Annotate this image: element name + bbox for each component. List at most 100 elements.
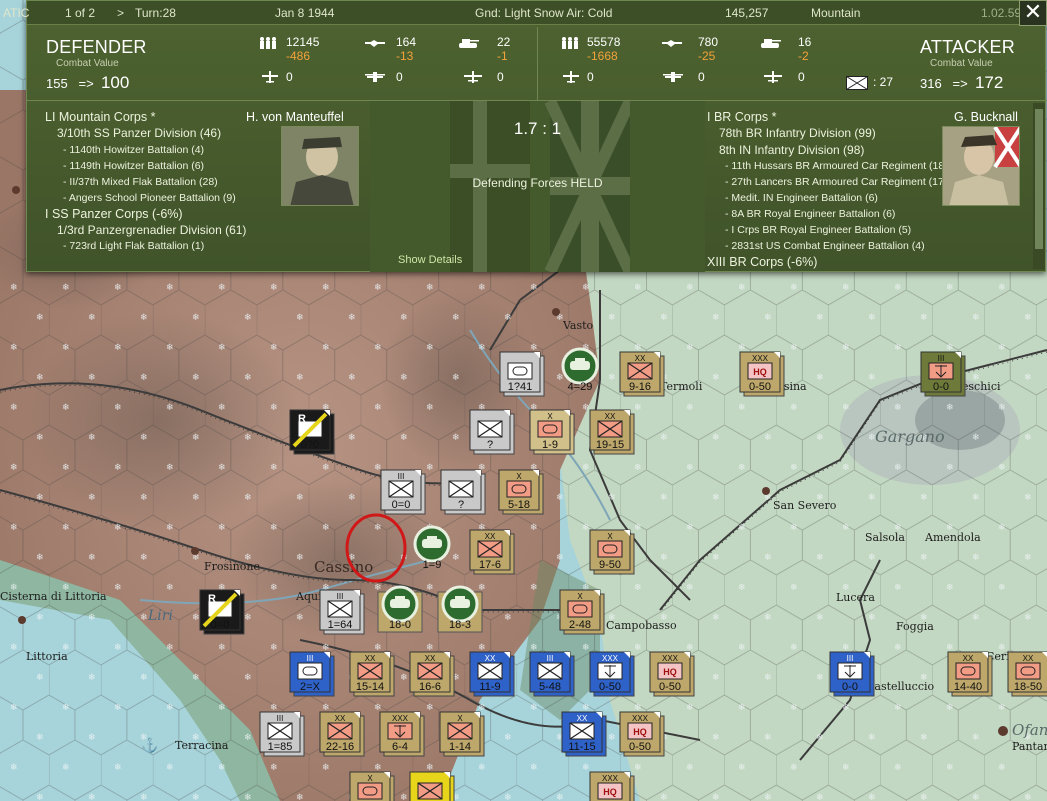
oob-item[interactable]: XIII BR Corps (-6%): [707, 254, 948, 270]
unit-hq-tag: HQ: [663, 667, 677, 677]
oob-item[interactable]: - 27th Lancers BR Armoured Car Regiment …: [707, 174, 948, 190]
oob-item[interactable]: 1/3rd Panzergrenadier Division (61): [45, 222, 246, 238]
unit-counter[interactable]: R 0=0: [199, 589, 245, 635]
defender-air-transports: 0: [497, 70, 504, 84]
unit-counter[interactable]: 1?41: [499, 351, 545, 397]
svg-text:❄: ❄: [556, 372, 564, 382]
oob-item[interactable]: I BR Corps *: [707, 109, 948, 125]
unit-counter[interactable]: XX 11-15: [561, 711, 607, 757]
show-details-link[interactable]: Show Details: [398, 254, 462, 266]
tab-clipped-label[interactable]: ATIC: [3, 6, 29, 20]
unit-counter[interactable]: X 9-50: [589, 529, 635, 575]
unit-strength-label: ?: [458, 499, 464, 511]
close-button[interactable]: ✕: [1019, 0, 1047, 26]
unit-counter[interactable]: XX 14-40: [947, 651, 993, 697]
oob-item[interactable]: - 11th Hussars BR Armoured Car Regiment …: [707, 158, 948, 174]
svg-text:❄: ❄: [244, 312, 252, 322]
unit-counter[interactable]: XXX 0-50: [589, 651, 635, 697]
unit-counter[interactable]: [409, 771, 455, 801]
unit-counter[interactable]: X 5-18: [498, 469, 544, 515]
svg-text:❄: ❄: [62, 462, 70, 472]
oob-item[interactable]: - 1140th Howitzer Battalion (4): [45, 142, 246, 158]
unit-counter[interactable]: XX 18-50: [1007, 651, 1047, 697]
unit-counter[interactable]: III 5-48: [529, 651, 575, 697]
unit-counter[interactable]: XX 19-15: [589, 409, 635, 455]
oob-item[interactable]: 78th BR Infantry Division (99): [707, 125, 948, 141]
unit-counter[interactable]: HQ XXX 0-50: [739, 351, 785, 397]
unit-counter[interactable]: X 2-48: [559, 589, 605, 635]
unit-counter[interactable]: XX 17-6: [469, 529, 515, 575]
unit-counter[interactable]: III 2=X: [289, 651, 335, 697]
oob-item[interactable]: I SS Panzer Corps (-6%): [45, 206, 246, 222]
unit-counter[interactable]: XX 15-14: [349, 651, 395, 697]
svg-text:❄: ❄: [88, 732, 96, 742]
svg-text:❄: ❄: [764, 432, 772, 442]
unit-counter[interactable]: III 0-0: [920, 351, 966, 397]
svg-text:❄: ❄: [192, 312, 200, 322]
svg-text:❄: ❄: [894, 762, 902, 772]
defender-cv-arrow: =>: [78, 76, 94, 91]
unit-counter[interactable]: III 1=64: [319, 589, 365, 635]
svg-text:❄: ❄: [140, 612, 148, 622]
oob-item[interactable]: 8th IN Infantry Division (98): [707, 142, 948, 158]
oob-item[interactable]: - 1149th Howitzer Battalion (6): [45, 158, 246, 174]
attacker-bomber-icon: [663, 72, 683, 82]
unit-counter[interactable]: 18-3: [437, 585, 483, 633]
svg-text:❄: ❄: [322, 522, 330, 532]
oob-item[interactable]: - 723rd Light Flak Battalion (1): [45, 238, 246, 254]
unit-counter[interactable]: HQ XXX 0-50: [649, 651, 695, 697]
unit-counter[interactable]: 18-0: [377, 585, 423, 633]
svg-text:❄: ❄: [816, 672, 824, 682]
oob-item[interactable]: - 8A BR Royal Engineer Battalion (6): [707, 206, 948, 222]
oob-item[interactable]: LI Mountain Corps *: [45, 109, 246, 125]
unit-strength-label: 1?41: [508, 381, 532, 393]
unit-strength-label: 1-14: [449, 741, 471, 753]
svg-text:❄: ❄: [660, 492, 668, 502]
svg-text:❄: ❄: [10, 702, 18, 712]
svg-text:❄: ❄: [166, 702, 174, 712]
unit-counter[interactable]: XX 16-6: [409, 651, 455, 697]
svg-text:❄: ❄: [36, 492, 44, 502]
oob-item[interactable]: - II/37th Mixed Flak Battalion (28): [45, 174, 246, 190]
unit-echelon: XX: [365, 654, 376, 663]
unit-counter[interactable]: ?: [440, 469, 486, 515]
unit-counter[interactable]: X: [349, 771, 395, 801]
unit-counter[interactable]: ?: [469, 409, 515, 455]
turn-label: Turn:28: [135, 6, 176, 20]
unit-counter[interactable]: HQ XXX: [589, 771, 635, 801]
unit-counter[interactable]: HQ XXX 0-50: [619, 711, 665, 757]
unit-counter[interactable]: III 0=0: [380, 469, 426, 515]
unit-counter[interactable]: 4=29: [561, 347, 599, 393]
svg-text:❄: ❄: [244, 432, 252, 442]
svg-text:❄: ❄: [244, 492, 252, 502]
svg-text:❄: ❄: [504, 312, 512, 322]
unit-counter[interactable]: XX 22-16: [319, 711, 365, 757]
svg-text:❄: ❄: [998, 462, 1006, 472]
svg-text:❄: ❄: [530, 582, 538, 592]
unit-counter[interactable]: X 1-14: [439, 711, 485, 757]
oob-item[interactable]: - I Crps BR Royal Engineer Battalion (5): [707, 222, 948, 238]
oob-item[interactable]: - Angers School Pioneer Battalion (9): [45, 190, 246, 206]
unit-counter[interactable]: XXX 6-4: [379, 711, 425, 757]
unit-counter[interactable]: XX 11-9: [469, 651, 515, 697]
unit-counter[interactable]: XX 9-16: [619, 351, 665, 397]
svg-text:❄: ❄: [530, 342, 538, 352]
oob-item[interactable]: 3/10th SS Panzer Division (46): [45, 125, 246, 141]
oob-scrollbar[interactable]: [1033, 103, 1045, 269]
oob-scrollbar-thumb[interactable]: [1035, 109, 1043, 249]
unit-echelon: XX: [1023, 654, 1034, 663]
unit-counter[interactable]: R 0?0: [289, 409, 335, 455]
oob-item[interactable]: - Medit. IN Engineer Battalion (6): [707, 190, 948, 206]
unit-counter[interactable]: III 0-0: [829, 651, 875, 697]
svg-text:❄: ❄: [244, 672, 252, 682]
svg-text:❄: ❄: [608, 492, 616, 502]
svg-text:❄: ❄: [894, 702, 902, 712]
oob-item[interactable]: - 2831st US Combat Engineer Battalion (4…: [707, 238, 948, 254]
unit-counter[interactable]: III 1=85: [259, 711, 305, 757]
next-page-button[interactable]: >: [117, 6, 124, 20]
svg-text:❄: ❄: [426, 282, 434, 292]
unit-counter[interactable]: X 1-9: [529, 409, 575, 455]
svg-text:❄: ❄: [270, 462, 278, 472]
place-san-severo: San Severo: [773, 499, 837, 512]
svg-text:❄: ❄: [582, 702, 590, 712]
